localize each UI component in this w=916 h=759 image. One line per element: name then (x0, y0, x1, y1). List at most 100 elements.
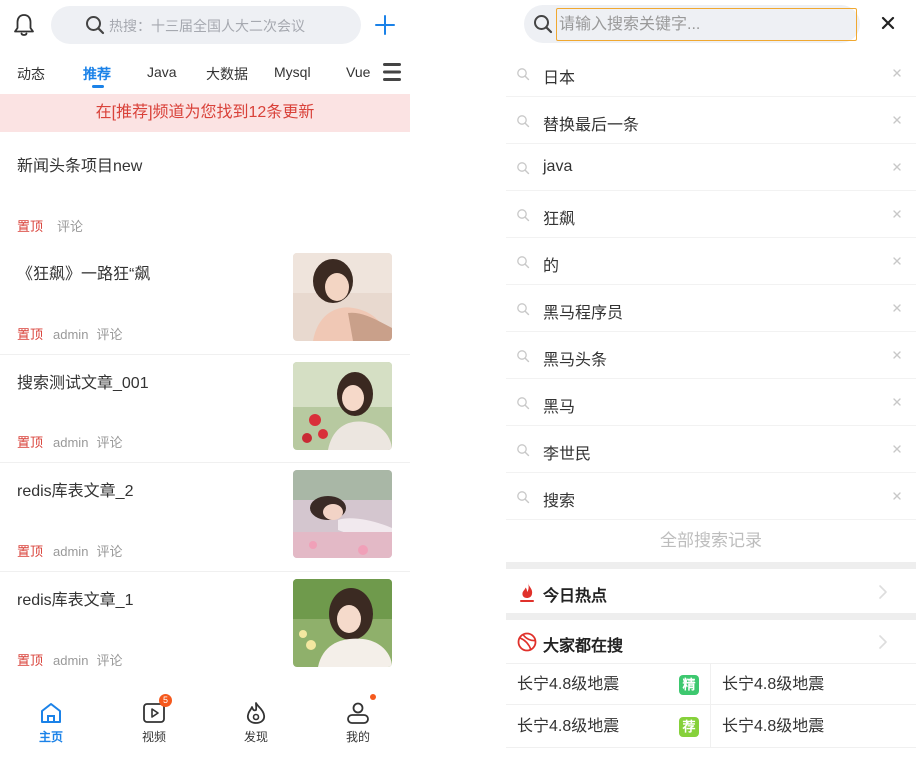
article-title: 《狂飙》一路狂“飙 (17, 266, 151, 283)
all-history-link[interactable]: 全部搜索记录 (506, 520, 916, 562)
tab-bigdata[interactable]: 大数据 (206, 64, 248, 84)
delete-icon[interactable] (890, 254, 904, 268)
author-label: admin (53, 327, 89, 342)
article-thumbnail (293, 253, 392, 341)
tab-mysql[interactable]: Mysql (274, 64, 311, 80)
history-item[interactable]: 李世民 (506, 426, 916, 473)
pinned-label: 置顶 (17, 544, 44, 559)
tab-dongtai[interactable]: 动态 (17, 64, 45, 84)
delete-icon[interactable] (890, 348, 904, 362)
nav-discover[interactable]: 发现 (226, 700, 286, 745)
pinned-label: 置顶 (17, 219, 44, 234)
history-item[interactable]: 黑马程序员 (506, 285, 916, 332)
article-title: redis库表文章_2 (17, 483, 134, 500)
bell-icon[interactable] (12, 12, 36, 38)
history-item[interactable]: java (506, 144, 916, 191)
article-title: redis库表文章_1 (17, 592, 134, 609)
delete-icon[interactable] (890, 207, 904, 221)
delete-icon[interactable] (890, 113, 904, 127)
plus-icon[interactable] (374, 14, 396, 36)
comment-label: 评论 (96, 544, 123, 559)
hot-search-item[interactable]: 长宁4.8级地震 (517, 706, 619, 748)
column-divider (710, 706, 711, 748)
tab-vue[interactable]: Vue (346, 64, 370, 80)
section-title: 今日热点 (543, 588, 608, 605)
history-item[interactable]: 狂飙 (506, 191, 916, 238)
article-title: 搜索测试文章_001 (17, 375, 149, 392)
close-icon[interactable] (878, 13, 898, 33)
delete-icon[interactable] (890, 395, 904, 409)
video-badge: 5 (159, 694, 172, 707)
history-item[interactable]: 搜索 (506, 473, 916, 520)
channel-menu-icon[interactable] (382, 60, 402, 84)
comment-label: 评论 (57, 219, 84, 234)
today-hot-section[interactable]: 今日热点 (506, 571, 916, 613)
chevron-right-icon (879, 635, 887, 649)
tab-tuijian[interactable]: 推荐 (83, 64, 111, 84)
tab-java[interactable]: Java (147, 64, 177, 80)
delete-icon[interactable] (890, 160, 904, 174)
nav-home[interactable]: 主页 (21, 700, 81, 745)
article-thumbnail (293, 470, 392, 558)
delete-icon[interactable] (890, 442, 904, 456)
search-icon (517, 68, 530, 81)
hot-search-item[interactable]: 长宁4.8级地震 (722, 706, 824, 748)
channel-tabs: 动态 推荐 Java 大数据 Mysql Vue (0, 52, 410, 94)
history-text: 的 (543, 258, 560, 275)
article-meta: 置顶 admin 评论 (17, 541, 122, 560)
article-item[interactable]: redis库表文章_1 置顶 admin 评论 (0, 572, 410, 682)
article-thumbnail (293, 579, 392, 667)
search-icon (517, 115, 530, 128)
search-history: 日本替换最后一条 java 狂飙的黑马程序员 黑马头条 黑马 李世民搜索 (506, 50, 916, 520)
news-feed-panel: 热搜：十三届全国人大二次会议 动态 推荐 Java 大数据 Mysql Vue … (0, 0, 410, 759)
article-meta: 置顶 admin 评论 (17, 432, 122, 451)
section-divider (506, 613, 916, 620)
home-icon (41, 703, 61, 723)
hot-search-row: 长宁4.8级地震 荐 长宁4.8级地震 (506, 706, 916, 748)
search-icon (517, 350, 530, 363)
basketball-icon (517, 632, 537, 652)
search-bar[interactable]: 热搜：十三届全国人大二次会议 (51, 6, 361, 44)
history-text: 搜索 (543, 493, 576, 510)
history-item[interactable]: 替换最后一条 (506, 97, 916, 144)
hot-search-row: 长宁4.8级地震 精 长宁4.8级地震 (506, 663, 916, 706)
nav-profile[interactable]: 我的 (328, 694, 388, 745)
article-thumbnail (293, 362, 392, 450)
flame-icon (520, 583, 534, 602)
search-icon (517, 209, 530, 222)
article-title: 新闻头条项目new (17, 158, 143, 175)
search-icon (517, 444, 530, 457)
update-banner: 在[推荐]频道为您找到12条更新 (0, 94, 410, 132)
top-bar: 热搜：十三届全国人大二次会议 (0, 0, 410, 52)
history-item[interactable]: 日本 (506, 50, 916, 97)
article-item[interactable]: 搜索测试文章_001 置顶 admin 评论 (0, 355, 410, 463)
delete-icon[interactable] (890, 301, 904, 315)
search-panel: 日本替换最后一条 java 狂飙的黑马程序员黑马头条黑马李世民搜索 全部搜索记录 今… (506, 0, 916, 759)
section-title: 大家都在搜 (543, 638, 624, 655)
nav-label: 我的 (345, 730, 370, 744)
search-icon (534, 15, 553, 34)
hot-search-item[interactable]: 长宁4.8级地震 (517, 664, 619, 706)
active-tab-indicator (92, 85, 104, 88)
article-item[interactable]: 新闻头条项目new 置顶 评论 (0, 132, 410, 242)
tag-jing: 精 (679, 675, 699, 695)
pinned-label: 置顶 (17, 327, 44, 342)
pinned-label: 置顶 (17, 653, 44, 668)
article-item[interactable]: redis库表文章_2 置顶 admin 评论 (0, 463, 410, 572)
delete-icon[interactable] (890, 66, 904, 80)
nav-label: 视频 (141, 730, 166, 744)
nav-video[interactable]: 5 视频 (124, 694, 184, 745)
search-input[interactable] (556, 8, 857, 41)
article-meta: 置顶 评论 (17, 216, 91, 235)
hot-search-item[interactable]: 长宁4.8级地震 (722, 664, 824, 706)
history-item[interactable]: 的 (506, 238, 916, 285)
profile-dot (370, 694, 376, 700)
history-item[interactable]: 黑马头条 (506, 332, 916, 379)
delete-icon[interactable] (890, 489, 904, 503)
article-item[interactable]: 《狂飙》一路狂“飙 置顶 admin 评论 (0, 242, 410, 355)
history-item[interactable]: 黑马 (506, 379, 916, 426)
search-icon (517, 491, 530, 504)
history-text: 日本 (543, 70, 576, 87)
everyone-searching-section[interactable]: 大家都在搜 (506, 621, 916, 663)
search-placeholder: 热搜：十三届全国人大二次会议 (109, 18, 305, 34)
